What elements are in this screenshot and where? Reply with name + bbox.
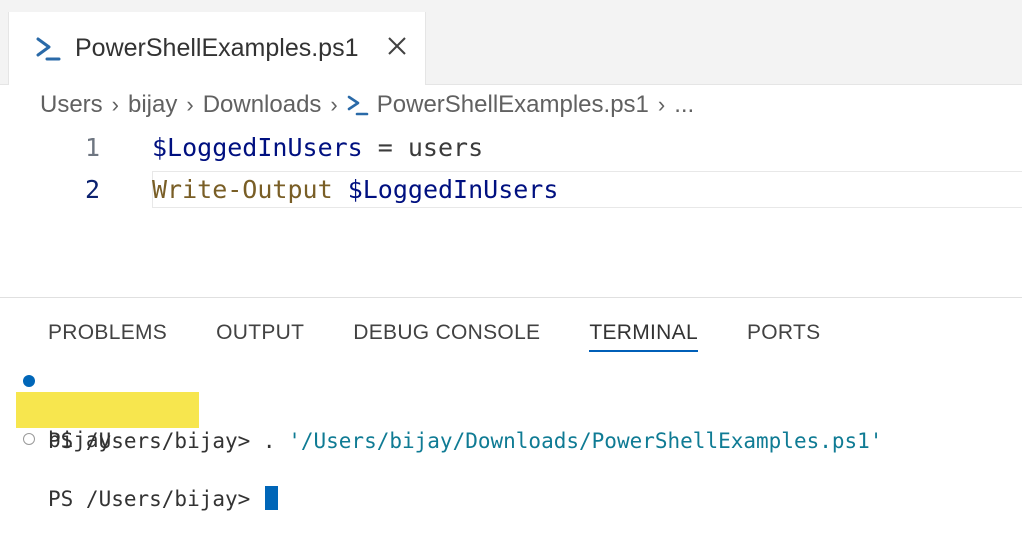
chevron-right-icon: › bbox=[657, 92, 666, 117]
command-token: users bbox=[407, 133, 484, 162]
tab-terminal[interactable]: TERMINAL bbox=[589, 318, 698, 354]
command-success-icon[interactable] bbox=[23, 375, 35, 387]
chevron-right-icon: › bbox=[111, 92, 119, 117]
tab-label: PowerShellExamples.ps1 bbox=[75, 34, 359, 62]
code-text: $LoggedInUsers = users bbox=[152, 128, 483, 168]
tab-problems[interactable]: PROBLEMS bbox=[48, 318, 167, 354]
variable-token: $LoggedInUsers bbox=[152, 133, 363, 162]
chevron-right-icon: › bbox=[186, 92, 194, 117]
breadcrumb-item-bijay[interactable]: bijay bbox=[128, 91, 177, 119]
tab-output[interactable]: OUTPUT bbox=[216, 318, 304, 354]
line-number: 1 bbox=[84, 133, 100, 162]
editor-tab-bar: PowerShellExamples.ps1 bbox=[0, 12, 1022, 85]
editor-tab[interactable]: PowerShellExamples.ps1 bbox=[8, 12, 426, 85]
breadcrumb-item-users[interactable]: Users bbox=[40, 91, 103, 119]
powershell-icon bbox=[35, 35, 61, 63]
breadcrumb-item-more[interactable]: ... bbox=[674, 91, 694, 119]
breadcrumb-item-file[interactable]: PowerShellExamples.ps1 bbox=[377, 91, 649, 119]
panel-tab-bar: PROBLEMS OUTPUT DEBUG CONSOLE TERMINAL P… bbox=[48, 318, 869, 358]
panel-divider[interactable] bbox=[0, 297, 1022, 298]
breadcrumb-item-downloads[interactable]: Downloads bbox=[203, 91, 322, 119]
code-line: 1 $LoggedInUsers = users bbox=[0, 128, 1022, 168]
code-line: 2 Write-Output $LoggedInUsers bbox=[0, 170, 1022, 210]
code-editor[interactable]: 1 $LoggedInUsers = users 2 Write-Output … bbox=[0, 128, 1022, 298]
powershell-icon bbox=[347, 93, 369, 117]
breadcrumb: Users › bijay › Downloads › PowerShellEx… bbox=[40, 90, 694, 120]
terminal-line: PS /Users/bijay> . '/Users/bijay/Downloa… bbox=[0, 366, 1022, 453]
close-icon[interactable] bbox=[385, 34, 409, 58]
operator-token: = bbox=[362, 133, 408, 162]
terminal-line: PS /Users/bijay> bbox=[0, 424, 1022, 511]
chevron-right-icon: › bbox=[330, 92, 338, 117]
tab-ports[interactable]: PORTS bbox=[747, 318, 820, 354]
prompt-text: PS /Users/bijay> bbox=[48, 487, 263, 511]
code-text: Write-Output $LoggedInUsers bbox=[152, 170, 558, 210]
terminal-cursor bbox=[264, 486, 278, 510]
cmdlet-token: Write-Output bbox=[152, 175, 333, 204]
line-number: 2 bbox=[84, 175, 100, 204]
variable-token: $LoggedInUsers bbox=[347, 175, 559, 204]
terminal-prompt: PS /Users/bijay> bbox=[48, 484, 278, 514]
command-pending-icon bbox=[23, 433, 35, 445]
tab-debug-console[interactable]: DEBUG CONSOLE bbox=[353, 318, 540, 354]
terminal-line: bijay bbox=[0, 395, 1022, 452]
